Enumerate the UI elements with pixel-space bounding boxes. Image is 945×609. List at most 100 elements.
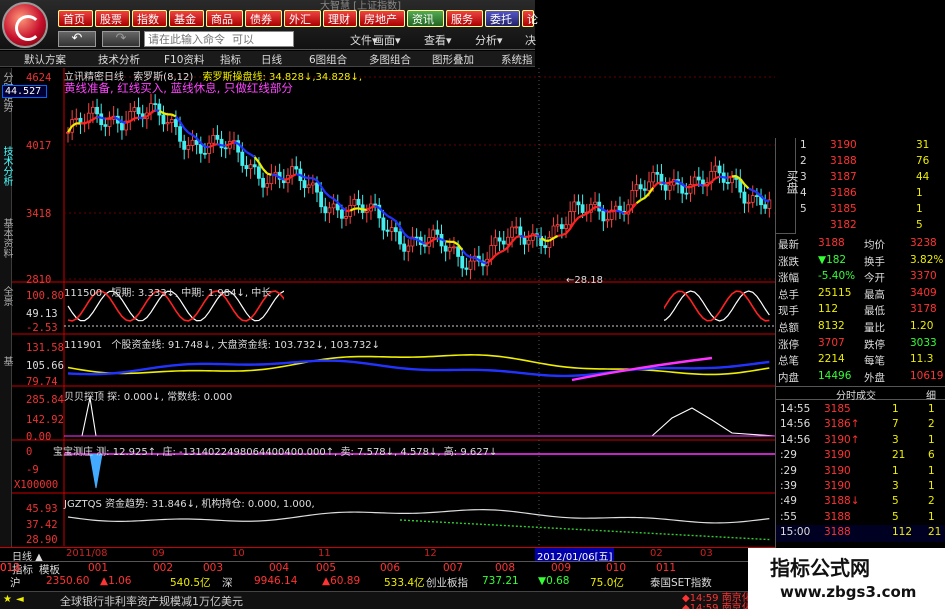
- order-row[interactable]: 5 3185 1: [776, 202, 945, 219]
- order-price: 3182: [830, 219, 857, 231]
- template-tab[interactable]: 005: [316, 562, 336, 574]
- candle-body: [593, 201, 597, 205]
- candle-body: [510, 226, 514, 238]
- template-tab[interactable]: 002: [153, 562, 173, 574]
- nav-11[interactable]: 委托: [485, 10, 520, 27]
- candle-body: [422, 244, 427, 247]
- chart-area[interactable]: 立讯精密日线 索罗斯(8,12) 索罗斯操盘线: 34.828↓,34.828↓…: [2, 68, 775, 546]
- menu-3[interactable]: 分析▾: [475, 32, 503, 48]
- candle-body: [402, 243, 407, 252]
- ma-line: [511, 236, 518, 243]
- toolbar-item-2[interactable]: F10资料: [164, 52, 204, 67]
- panel3-y-label: 105.66: [26, 360, 64, 372]
- app-logo-icon[interactable]: [2, 2, 48, 48]
- toolbar-item-5[interactable]: 6图组合: [309, 52, 347, 67]
- toolbar-item-0[interactable]: 默认方案: [24, 52, 66, 67]
- menu-1[interactable]: 画面▾: [373, 32, 401, 48]
- candle-body: [215, 134, 220, 140]
- template-tab[interactable]: 007: [443, 562, 463, 574]
- toolbar-item-8[interactable]: 系统指: [501, 52, 533, 67]
- candle-body: [435, 229, 440, 235]
- news-alert[interactable]: ◆14:59 南京化: [682, 599, 752, 609]
- forward-button[interactable]: ↷: [102, 31, 140, 47]
- toolbar-item-4[interactable]: 日线: [261, 52, 282, 67]
- menu-4[interactable]: 决: [525, 32, 536, 48]
- nav-9[interactable]: 资讯: [407, 10, 444, 27]
- toolbar-item-3[interactable]: 指标: [220, 52, 241, 67]
- back-button[interactable]: ↶: [58, 31, 96, 47]
- command-input[interactable]: [144, 31, 294, 47]
- template-tab[interactable]: 003: [203, 562, 223, 574]
- template-tab[interactable]: 010: [606, 562, 626, 574]
- nav-5[interactable]: 债券: [245, 10, 282, 27]
- ma-line: [661, 181, 666, 185]
- order-row[interactable]: 1 3190 31: [776, 138, 945, 155]
- panel4-y-label: 285.84: [26, 394, 64, 406]
- nav-0[interactable]: 首页: [58, 10, 93, 27]
- month-label: 12: [424, 548, 437, 559]
- ma-line: [163, 112, 168, 116]
- market-fund-line: [67, 359, 770, 378]
- trades-tab[interactable]: 细: [926, 387, 936, 402]
- left-tab-2[interactable]: 基本资料: [0, 218, 12, 258]
- ma-line: [312, 177, 318, 182]
- candle-body: [730, 176, 734, 184]
- template-tab[interactable]: 001: [88, 562, 108, 574]
- template-tab[interactable]: 006: [380, 562, 400, 574]
- left-tab-3[interactable]: 全景: [0, 286, 12, 306]
- arrow-icon: ◄: [16, 594, 24, 605]
- trade-time: :49: [780, 495, 797, 508]
- nav-2[interactable]: 指数: [132, 10, 167, 27]
- toolbar-item-1[interactable]: 技术分析: [98, 52, 140, 67]
- candle-body: [613, 205, 618, 211]
- template-tab[interactable]: 009: [551, 562, 571, 574]
- order-row[interactable]: 3 3187 44: [776, 170, 945, 187]
- template-tab[interactable]: 013: [0, 562, 20, 574]
- left-tab-4[interactable]: 基: [0, 356, 12, 366]
- candle-body: [452, 246, 456, 249]
- nav-12[interactable]: 论: [522, 10, 538, 27]
- toolbar-item-6[interactable]: 多图组合: [369, 52, 411, 67]
- candle-body: [323, 206, 328, 214]
- panel5-title: 宝宝测庄 测: 12.925↑, 庄: -1314022498064400400…: [53, 447, 498, 458]
- nav-3[interactable]: 基金: [169, 10, 204, 27]
- template-tab[interactable]: 011: [656, 562, 676, 574]
- trade-price: 3190: [824, 449, 851, 462]
- menu-2[interactable]: 查看▾: [424, 32, 452, 48]
- candle-body: [543, 245, 548, 248]
- nav-7[interactable]: 理财: [323, 10, 357, 27]
- left-tab-1[interactable]: 技术分析: [0, 146, 12, 186]
- stat-value: 3178: [910, 303, 937, 316]
- timeline-axis[interactable]: 日线 ▲ 2011/08 09 10 11 12 2012/01/06[五] 0…: [0, 547, 775, 563]
- ma-line: [262, 168, 269, 175]
- candle-body: [157, 103, 162, 116]
- order-row[interactable]: 2 3188 76: [776, 154, 945, 171]
- candle-body: [198, 144, 203, 154]
- month-label: 2011/08: [66, 548, 108, 559]
- order-price: 3185: [830, 203, 857, 215]
- candle-body: [385, 229, 390, 232]
- spike-mark: [89, 453, 103, 489]
- panel2-y-label: 100.80: [26, 290, 64, 302]
- nav-4[interactable]: 商品: [206, 10, 243, 27]
- order-row[interactable]: 3182 5: [776, 218, 945, 235]
- toolbar-item-7[interactable]: 图形叠加: [432, 52, 474, 67]
- panel3-code: 111901: [64, 340, 103, 351]
- candle-body: [310, 182, 315, 186]
- candle-body: [717, 165, 722, 174]
- order-row[interactable]: 4 3186 1: [776, 186, 945, 203]
- template-tab[interactable]: 004: [269, 562, 289, 574]
- candle-body: [223, 147, 228, 150]
- nav-1[interactable]: 股票: [95, 10, 130, 27]
- ma-line: [171, 113, 177, 118]
- news-ticker[interactable]: 全球银行非利率资产规模减1万亿美元: [60, 593, 243, 609]
- nav-8[interactable]: 房地产: [359, 10, 405, 27]
- ma-line: [623, 211, 629, 215]
- ma-line: [412, 237, 417, 241]
- trade-row[interactable]: 15:00 3188 112 21: [776, 525, 945, 543]
- top-bar: 大智慧 [上证指数] 首页 股票 指数 基金 商品 债券 外汇 理财 房地产 资讯 服务 委托论 ↶ …: [0, 0, 538, 50]
- nav-6[interactable]: 外汇: [284, 10, 321, 27]
- nav-10[interactable]: 服务: [446, 10, 483, 27]
- ma-line: [358, 207, 363, 211]
- template-tab[interactable]: 008: [495, 562, 515, 574]
